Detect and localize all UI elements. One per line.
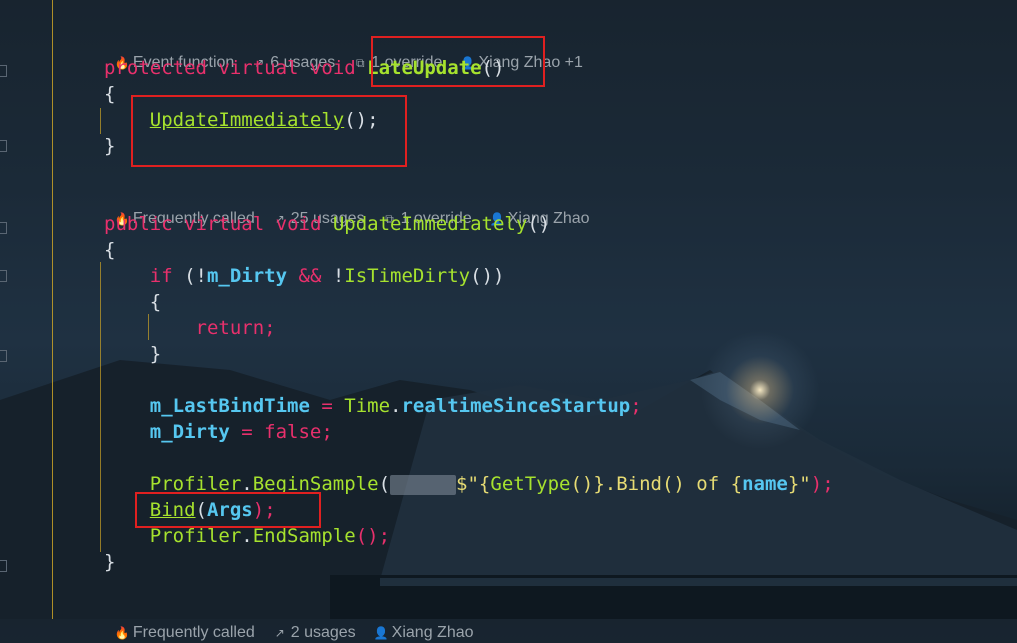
fold-marker[interactable]: [0, 140, 7, 152]
code-line[interactable]: }: [104, 133, 115, 159]
string-literal: ()}: [570, 473, 605, 495]
keyword: virtual: [218, 57, 299, 79]
code-line[interactable]: }: [104, 549, 115, 575]
fold-marker[interactable]: [0, 560, 7, 572]
indent-guide: [100, 262, 101, 552]
field-name[interactable]: m_Dirty: [150, 421, 230, 443]
operator: !: [332, 265, 345, 287]
indent-guide: [100, 108, 101, 134]
brace: {: [104, 83, 116, 105]
fold-marker[interactable]: [0, 222, 7, 234]
gutter-change-marker: [52, 0, 53, 619]
field-name[interactable]: m_LastBindTime: [150, 395, 310, 417]
blurred-parameter-hint: [390, 474, 457, 495]
string-literal: {: [478, 473, 491, 495]
keyword: return;: [195, 317, 276, 339]
usages-icon: ↗: [274, 626, 285, 640]
method-call[interactable]: IsTimeDirty: [344, 265, 470, 287]
operator: =: [229, 421, 265, 443]
code-line[interactable]: {: [104, 237, 115, 263]
method-call[interactable]: EndSample: [253, 525, 356, 547]
code-line[interactable]: }: [104, 341, 161, 367]
fold-marker[interactable]: [0, 350, 7, 362]
punctuation: ;: [630, 395, 642, 417]
string-literal: .Bind() of: [604, 473, 731, 495]
keyword: virtual: [184, 213, 265, 235]
fold-marker[interactable]: [0, 65, 7, 77]
keyword: if: [149, 265, 173, 287]
punctuation: .: [241, 525, 253, 547]
flame-icon: 🔥: [114, 626, 130, 640]
code-vision-hint: 🔥 Frequently called ↗ 25 usages ⧉ 1 override 👤…: [106, 189, 590, 227]
brace: {: [149, 291, 162, 313]
keyword: void: [275, 213, 322, 235]
highlight-box-updateimmediately: [131, 95, 407, 167]
fold-marker[interactable]: [0, 270, 7, 282]
string-literal: $": [456, 473, 479, 495]
sun-glow: [700, 330, 820, 450]
method-name[interactable]: UpdateImmediately: [333, 213, 527, 235]
class-name[interactable]: Time: [344, 395, 390, 417]
code-line[interactable]: {: [104, 81, 115, 107]
keyword: false: [264, 421, 322, 443]
code-line[interactable]: {: [104, 289, 161, 315]
field-name[interactable]: m_Dirty: [207, 265, 287, 287]
keyword: public: [104, 213, 173, 235]
code-line[interactable]: m_LastBindTime = Time.realtimeSinceStart…: [104, 393, 642, 419]
punctuation: ;: [321, 421, 333, 443]
punctuation: ();: [355, 525, 391, 547]
punctuation: (: [378, 473, 391, 495]
string-literal: {: [730, 473, 743, 495]
string-literal: ": [799, 473, 811, 495]
author-icon: 👤: [373, 626, 389, 640]
highlight-box-lateupdate: [371, 36, 545, 87]
string-literal: }: [787, 473, 800, 495]
code-line[interactable]: return;: [104, 315, 276, 341]
punctuation: ()): [470, 265, 505, 287]
highlight-box-bind: [135, 492, 321, 528]
punctuation: );: [810, 473, 834, 495]
class-name[interactable]: Profiler: [150, 525, 242, 547]
field-name[interactable]: name: [742, 473, 788, 495]
brace: {: [104, 239, 116, 261]
keyword: void: [309, 57, 356, 79]
punctuation: (!: [172, 265, 207, 287]
brace: }: [104, 551, 116, 573]
code-line[interactable]: if (!m_Dirty && !IsTimeDirty()): [104, 263, 505, 289]
code-line[interactable]: m_Dirty = false;: [104, 419, 333, 445]
punctuation: .: [390, 395, 402, 417]
hint-author[interactable]: Xiang Zhao: [392, 624, 474, 641]
brace: }: [149, 343, 162, 365]
operator: &&: [287, 265, 333, 287]
property-name[interactable]: realtimeSinceStartup: [401, 395, 630, 417]
brace: }: [104, 135, 116, 157]
method-call[interactable]: GetType: [490, 473, 570, 495]
punctuation: (): [527, 213, 551, 235]
hint-kind[interactable]: Frequently called: [133, 624, 255, 641]
operator: =: [309, 395, 345, 417]
keyword: protected: [104, 57, 207, 79]
hint-usages[interactable]: 2 usages: [291, 624, 356, 641]
code-line[interactable]: public virtual void UpdateImmediately(): [104, 211, 550, 237]
code-vision-hint: 🔥 Frequently called ↗ 2 usages 👤 Xiang Zhao: [106, 603, 474, 641]
